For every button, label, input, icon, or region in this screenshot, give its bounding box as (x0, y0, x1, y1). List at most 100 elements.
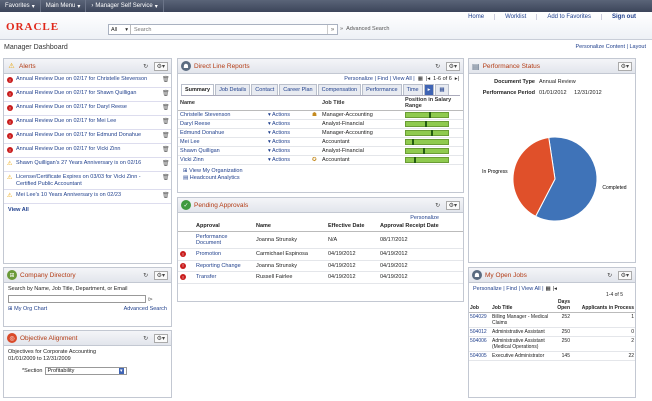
trash-icon[interactable]: 🗑 (162, 118, 170, 125)
approval-link[interactable]: Reporting Change (196, 263, 241, 269)
tabs-next-icon[interactable]: ▸ (423, 84, 435, 95)
gear-icon[interactable]: ⚙▾ (153, 333, 168, 343)
personalize-links[interactable]: Personalize Content | Layout (575, 44, 646, 50)
actions-menu[interactable]: ▾ Actions (268, 157, 290, 163)
alert-link[interactable]: Annual Review Due on 02/17 for Christell… (16, 76, 159, 83)
job-id-link[interactable]: 504005 (470, 353, 487, 359)
grid-icon[interactable]: ▦ (418, 76, 423, 82)
tab-job-details[interactable]: Job Details (215, 84, 251, 95)
nav-sign-out[interactable]: Sign out (602, 14, 646, 20)
gear-icon[interactable]: ⚙▾ (445, 61, 460, 71)
job-id-link[interactable]: 504012 (470, 329, 487, 335)
actions-menu[interactable]: ▾ Actions (268, 148, 290, 154)
directory-advanced-search-link[interactable]: Advanced Search (124, 306, 167, 312)
employee-name-link[interactable]: Daryl Reese (180, 121, 210, 127)
tab-compensation[interactable]: Compensation (317, 84, 362, 95)
trash-icon[interactable]: 🗑 (162, 192, 170, 199)
search-go-icon[interactable]: ⊳ (148, 296, 153, 303)
flag-cell (178, 231, 194, 249)
refresh-icon[interactable]: ↻ (605, 272, 615, 279)
tab-performance[interactable]: Performance (362, 84, 402, 95)
directory-search-input[interactable] (8, 295, 146, 303)
refresh-icon[interactable]: ↻ (141, 272, 151, 279)
job-id-link[interactable]: 504006 (470, 338, 487, 344)
job-id-cell: 504006 (469, 336, 491, 352)
nav-worklist[interactable]: Worklist (495, 14, 538, 20)
trash-icon[interactable]: 🗑 (162, 174, 170, 181)
gear-icon[interactable]: ⚙▾ (153, 61, 168, 71)
first-page-icon[interactable]: |◂ (426, 76, 430, 82)
employee-name-link[interactable]: Mei Lee (180, 139, 200, 145)
employee-name-link[interactable]: Vicki Zinn (180, 157, 204, 163)
gear-icon[interactable]: ⚙▾ (617, 270, 632, 280)
actions-menu[interactable]: ▾ Actions (268, 130, 290, 136)
tab-career-plan[interactable]: Career Plan (279, 84, 317, 95)
actions-menu[interactable]: ▾ Actions (268, 121, 290, 127)
actions-menu[interactable]: ▾ Actions (268, 112, 290, 118)
approvals-personalize-link[interactable]: Personalize (178, 213, 463, 221)
jobs-toolbar[interactable]: Personalize | Find | View All | (473, 286, 544, 292)
alert-link[interactable]: Annual Review Due on 02/17 for Vicki Zin… (16, 146, 159, 153)
tab-time[interactable]: Time (402, 84, 423, 95)
pagelet-header: ▤ Performance Status ⚙▾ (469, 59, 635, 74)
trash-icon[interactable]: 🗑 (162, 160, 170, 167)
tab-contact[interactable]: Contact (251, 84, 279, 95)
error-icon: ! (7, 147, 13, 153)
refresh-icon[interactable]: ↻ (141, 335, 151, 342)
alert-item: ⚠ License/Certificate Expires on 03/03 fo… (4, 172, 171, 190)
col-job-title: Job Title (491, 298, 553, 313)
refresh-icon[interactable]: ↻ (141, 63, 151, 70)
nav-add-to-favorites[interactable]: Add to Favorites (537, 14, 602, 20)
employee-name-link[interactable]: Edmund Donahue (180, 130, 224, 136)
menu-manager-self-service[interactable]: › Manager Self Service ▾ (86, 0, 164, 12)
trash-icon[interactable]: 🗑 (162, 104, 170, 111)
search-input[interactable] (131, 25, 327, 34)
gear-icon[interactable]: ⚙▾ (617, 61, 632, 71)
alert-link[interactable]: Shawn Quilligan's 27 Years Anniversary i… (16, 160, 159, 167)
job-id-link[interactable]: 504029 (470, 314, 487, 320)
refresh-icon[interactable]: ↻ (433, 202, 443, 209)
alert-link[interactable]: Annual Review Due on 02/17 for Mei Lee (16, 118, 159, 125)
view-all-link[interactable]: View All (4, 204, 171, 216)
menu-main-menu[interactable]: Main Menu ▾ (41, 0, 87, 12)
headcount-analytics-link[interactable]: ▤ Headcount Analytics (183, 175, 458, 182)
menu-favorites[interactable]: Favorites ▾ (0, 0, 41, 12)
first-page-icon[interactable]: |◂ (553, 286, 557, 292)
approval-link[interactable]: Promotion (196, 251, 221, 257)
view-my-organization-link[interactable]: ⊞ View My Organization (183, 168, 458, 175)
trash-icon[interactable]: 🗑 (162, 146, 170, 153)
actions-menu[interactable]: ▾ Actions (268, 139, 290, 145)
table-row: Performance Document Joanna Strunsky N/A 08… (178, 231, 463, 249)
people-icon: ☗ (472, 270, 482, 280)
approval-link[interactable]: Transfer (196, 274, 216, 280)
my-org-chart-link[interactable]: ⊞ My Org Chart (8, 306, 47, 312)
advanced-search-link[interactable]: » Advanced Search (340, 26, 389, 32)
alert-link[interactable]: License/Certificate Expires on 03/03 for… (16, 174, 159, 187)
search-go-icon[interactable]: » (327, 25, 337, 34)
tabs-grid-icon[interactable]: ▦ (435, 84, 449, 95)
alert-link[interactable]: Annual Review Due on 02/17 for Shawn Qui… (16, 90, 159, 97)
employee-name-link[interactable]: Christelle Stevenson (180, 112, 230, 118)
employee-name-link[interactable]: Shawn Quilligan (180, 148, 220, 154)
section-select[interactable]: Profitability ▾ (44, 367, 127, 375)
alert-link[interactable]: Mei Lee's 10 Years Anniversary is on 02/… (16, 192, 159, 199)
objective-alignment-pagelet: ◎ Objective Alignment ↻ ⚙▾ Objectives fo… (3, 330, 172, 398)
salary-range-cell (403, 110, 463, 120)
grid-icon[interactable]: ▦ (546, 286, 551, 292)
gear-icon[interactable]: ⚙▾ (445, 200, 460, 210)
last-page-icon[interactable]: ▸| (455, 76, 459, 82)
nav-home[interactable]: Home (458, 14, 496, 20)
search-scope-select[interactable]: All ▾ (109, 25, 131, 34)
trash-icon[interactable]: 🗑 (162, 76, 170, 83)
approval-link[interactable]: Performance Document (196, 234, 228, 246)
target-icon: ◎ (7, 333, 17, 343)
alert-link[interactable]: Annual Review Due on 02/17 for Daryl Ree… (16, 104, 159, 111)
alert-link[interactable]: Annual Review Due on 02/17 for Edmund Do… (16, 132, 159, 139)
tab-summary[interactable]: Summary (181, 84, 215, 95)
table-row: ! Reporting Change Joanna Strunsky 04/19/20… (178, 260, 463, 272)
gear-icon[interactable]: ⚙▾ (153, 270, 168, 280)
refresh-icon[interactable]: ↻ (433, 63, 443, 70)
grid-toolbar[interactable]: Personalize | Find | View All | (344, 76, 415, 82)
trash-icon[interactable]: 🗑 (162, 132, 170, 139)
trash-icon[interactable]: 🗑 (162, 90, 170, 97)
